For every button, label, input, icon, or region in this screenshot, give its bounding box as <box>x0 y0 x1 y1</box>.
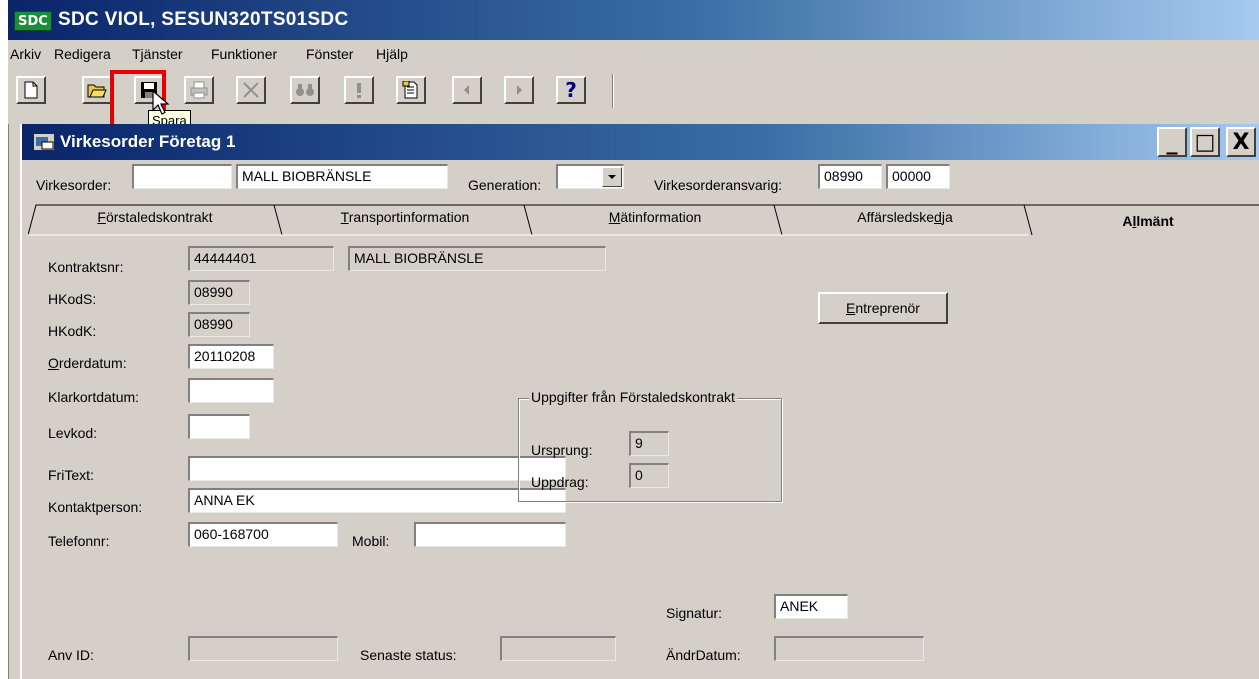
group-title: Uppgifter från Förstaledskontrakt <box>529 389 737 405</box>
maximize-button[interactable]: □ <box>1190 127 1220 157</box>
child-window-title: Virkesorder Företag 1 <box>60 132 236 151</box>
tab-allmant[interactable]: Allmänt <box>1040 208 1256 236</box>
next-button[interactable] <box>504 76 534 104</box>
document-icon <box>402 81 418 99</box>
menu-funktioner[interactable]: Funktioner <box>211 43 277 65</box>
open-button[interactable] <box>82 76 112 104</box>
kontaktperson-field[interactable]: ANNA EK <box>188 488 566 513</box>
new-icon <box>24 81 38 99</box>
ursprung-label: Ursprung: <box>531 442 593 458</box>
andrdatum-label: ÄndrDatum: <box>666 647 741 663</box>
minimize-button[interactable]: _ <box>1157 127 1187 157</box>
menu-arkiv[interactable]: Arkiv <box>10 43 41 65</box>
orderdatum-field[interactable]: 20110208 <box>188 344 274 369</box>
hkods-label: HKodS: <box>48 291 97 307</box>
virkesorder-window: Virkesorder Företag 1 _ □ X Virkesorder:… <box>20 124 1259 679</box>
virkesorder-label: Virkesorder: <box>36 177 112 193</box>
ursprung-field[interactable]: 9 <box>629 431 669 456</box>
help-button[interactable]: ? <box>556 76 586 104</box>
outer-frame-left <box>8 124 20 679</box>
signatur-label: Signatur: <box>666 605 723 621</box>
virkesorderansvarig-label: Virkesorderansvarig: <box>654 177 783 193</box>
app-title-bar: SDC SDC VIOL, SESUN320TS01SDC <box>8 0 1259 40</box>
telefonnr-field[interactable]: 060-168700 <box>188 522 338 547</box>
generation-dropdown-button[interactable] <box>602 167 622 187</box>
new-button[interactable] <box>16 76 46 104</box>
tab-bar: Förstaledskontrakt Transportinformation … <box>28 204 1259 236</box>
entreprenor-button[interactable]: Entreprenör <box>818 292 948 324</box>
orderdatum-label: Orderdatum: <box>48 355 127 371</box>
previous-button[interactable] <box>452 76 482 104</box>
hkodk-label: HKodK: <box>48 323 97 339</box>
klarkortdatum-field[interactable] <box>188 378 274 403</box>
tab-transportinformation[interactable]: Transportinformation <box>290 204 520 232</box>
fritext-label: FriText: <box>48 467 94 483</box>
virkesorder-field[interactable] <box>132 164 232 189</box>
exclamation-icon <box>357 83 361 98</box>
mobil-field[interactable] <box>414 522 566 547</box>
kontaktperson-label: Kontaktperson: <box>48 499 143 515</box>
kontrakt-name-field[interactable]: MALL BIOBRÄNSLE <box>348 246 606 271</box>
menu-redigera[interactable]: Redigera <box>54 43 111 65</box>
senaste-status-label: Senaste status: <box>360 647 457 663</box>
print-icon <box>190 81 208 99</box>
generation-select[interactable] <box>556 164 624 189</box>
menu-hjalp[interactable]: Hjälp <box>376 43 408 65</box>
mobil-label: Mobil: <box>352 533 390 549</box>
forstaledskontrakt-groupbox: Uppgifter från Förstaledskontrakt Urspru… <box>518 389 782 502</box>
hkods-field[interactable]: 08990 <box>188 280 250 305</box>
klarkortdatum-label: Klarkortdatum: <box>48 389 140 405</box>
tab-affarsledskedja[interactable]: Affärsledskedja <box>790 204 1020 232</box>
anvid-label: Anv ID: <box>48 647 94 663</box>
tab-page-allmant: Kontraktsnr: 44444401 MALL BIOBRÄNSLE HK… <box>28 236 1259 679</box>
print-button[interactable] <box>184 76 214 104</box>
telefonnr-label: Telefonnr: <box>48 533 110 549</box>
ansvarig-field-1[interactable]: 08990 <box>818 164 882 189</box>
mouse-cursor-icon <box>152 90 170 115</box>
toolbar: ? <box>8 70 1259 110</box>
arrow-left-icon <box>464 85 469 95</box>
kontraktsnr-field[interactable]: 44444401 <box>188 246 334 271</box>
toolbar-separator <box>612 74 614 108</box>
signatur-field[interactable]: ANEK <box>774 594 848 619</box>
window-app-icon <box>34 134 54 150</box>
levkod-label: Levkod: <box>48 425 98 441</box>
close-icon: X <box>1232 129 1250 155</box>
uppdrag-label: Uppdrag: <box>531 474 589 490</box>
tab-forstaledskontrakt[interactable]: Förstaledskontrakt <box>40 204 270 232</box>
maximize-icon: □ <box>1194 129 1216 155</box>
anvid-field[interactable] <box>188 636 338 661</box>
delete-button[interactable] <box>236 76 266 104</box>
find-button[interactable] <box>290 76 320 104</box>
document-button[interactable] <box>396 76 426 104</box>
kontraktsnr-label: Kontraktsnr: <box>48 259 124 275</box>
app-title: SDC VIOL, SESUN320TS01SDC <box>58 9 349 30</box>
help-icon: ? <box>565 78 577 102</box>
open-folder-icon <box>87 84 107 98</box>
minimize-icon: _ <box>1166 129 1178 155</box>
uppdrag-field[interactable]: 0 <box>629 463 669 488</box>
fritext-field[interactable] <box>188 456 566 481</box>
child-title-bar: Virkesorder Företag 1 _ □ X <box>22 124 1259 160</box>
senaste-status-field[interactable] <box>500 636 616 661</box>
close-button[interactable]: X <box>1226 127 1256 157</box>
menu-tjanster[interactable]: Tjänster <box>132 43 183 65</box>
hkodk-field[interactable]: 08990 <box>188 312 250 337</box>
binoculars-icon <box>296 84 314 96</box>
menu-fonster[interactable]: Fönster <box>306 43 353 65</box>
sdc-logo: SDC <box>14 11 52 31</box>
chevron-down-icon <box>608 175 616 179</box>
andrdatum-field[interactable] <box>774 636 924 661</box>
arrow-right-icon <box>517 85 522 95</box>
tab-matinformation[interactable]: Mätinformation <box>540 204 770 232</box>
delete-icon <box>243 82 259 98</box>
virkesorder-name-field[interactable]: MALL BIOBRÄNSLE <box>236 164 448 189</box>
alert-button[interactable] <box>344 76 374 104</box>
levkod-field[interactable] <box>188 414 250 439</box>
ansvarig-field-2[interactable]: 00000 <box>886 164 950 189</box>
generation-label: Generation: <box>468 177 542 193</box>
